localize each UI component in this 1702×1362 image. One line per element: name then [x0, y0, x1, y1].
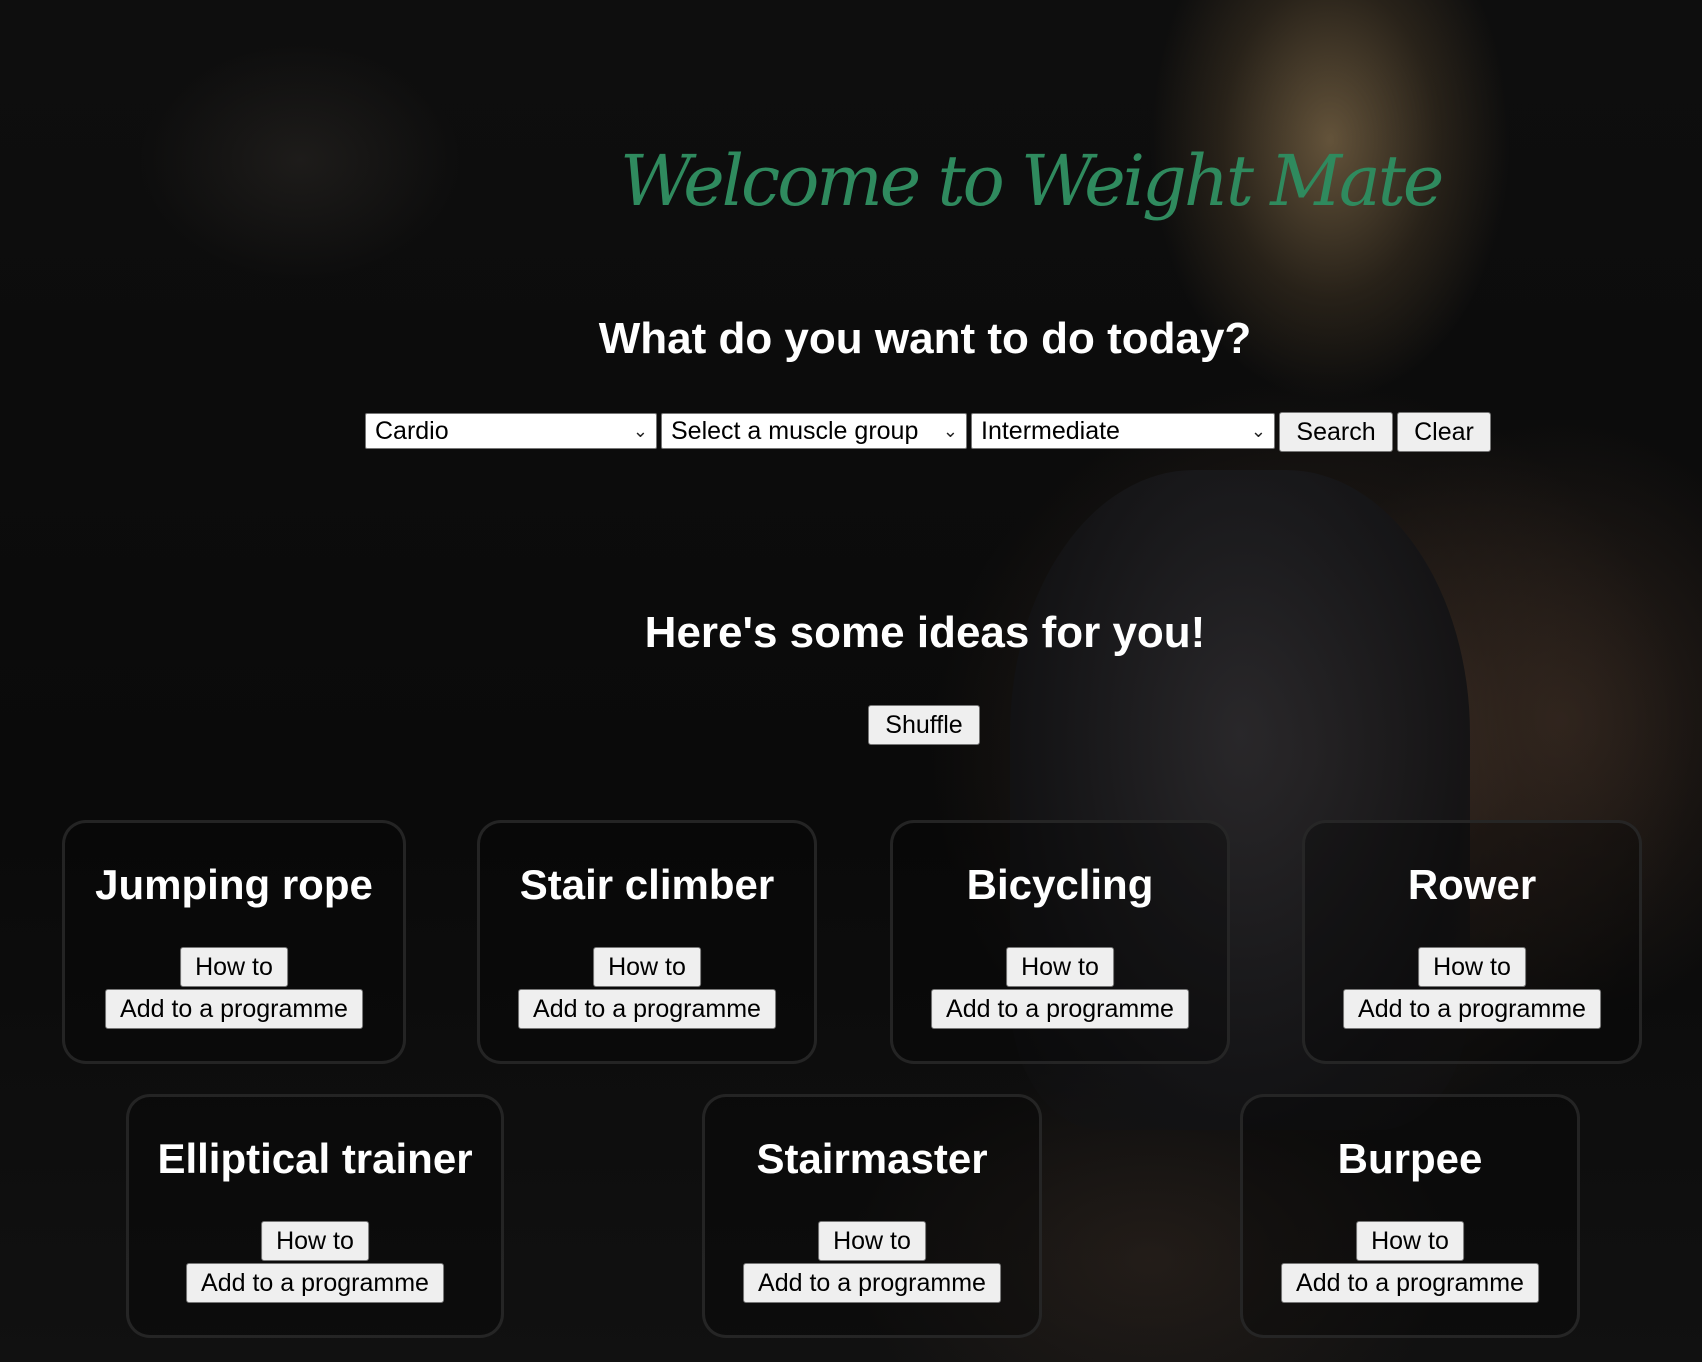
how-to-button[interactable]: How to: [261, 1221, 369, 1261]
exercise-title: Jumping rope: [95, 861, 373, 908]
chevron-down-icon: ⌄: [942, 420, 958, 441]
exercise-title: Elliptical trainer: [157, 1135, 473, 1182]
how-to-button[interactable]: How to: [818, 1221, 926, 1261]
search-question: What do you want to do today?: [598, 314, 1252, 363]
add-to-programme-button[interactable]: Add to a programme: [105, 989, 363, 1029]
muscle-group-select-value: Select a muscle group: [671, 416, 919, 445]
how-to-button[interactable]: How to: [1006, 947, 1114, 987]
how-to-button[interactable]: How to: [1356, 1221, 1464, 1261]
add-to-programme-button[interactable]: Add to a programme: [931, 989, 1189, 1029]
exercise-card: Bicycling How to Add to a programme: [890, 820, 1230, 1064]
add-to-programme-button[interactable]: Add to a programme: [1281, 1263, 1539, 1303]
muscle-group-select[interactable]: Select a muscle group ⌄: [661, 413, 967, 449]
shuffle-button[interactable]: Shuffle: [868, 705, 980, 745]
add-to-programme-button[interactable]: Add to a programme: [186, 1263, 444, 1303]
search-button[interactable]: Search: [1279, 412, 1393, 452]
chevron-down-icon: ⌄: [632, 420, 648, 441]
clear-button[interactable]: Clear: [1397, 412, 1491, 452]
add-to-programme-button[interactable]: Add to a programme: [518, 989, 776, 1029]
exercise-title: Stair climber: [519, 861, 775, 908]
exercise-title: Burpee: [1337, 1135, 1483, 1182]
search-bar: Cardio ⌄ Select a muscle group ⌄ Interme…: [365, 412, 1491, 452]
ideas-heading: Here's some ideas for you!: [644, 608, 1206, 657]
site-logo: Welcome to Weight Mate: [620, 140, 1444, 222]
exercise-card: Stair climber How to Add to a programme: [477, 820, 817, 1064]
exercise-title: Stairmaster: [756, 1135, 988, 1182]
exercise-card: Elliptical trainer How to Add to a progr…: [126, 1094, 504, 1338]
category-select[interactable]: Cardio ⌄: [365, 413, 657, 449]
category-select-value: Cardio: [375, 416, 449, 445]
exercise-card: Jumping rope How to Add to a programme: [62, 820, 406, 1064]
add-to-programme-button[interactable]: Add to a programme: [1343, 989, 1601, 1029]
add-to-programme-button[interactable]: Add to a programme: [743, 1263, 1001, 1303]
how-to-button[interactable]: How to: [593, 947, 701, 987]
exercise-card: Rower How to Add to a programme: [1302, 820, 1642, 1064]
level-select[interactable]: Intermediate ⌄: [971, 413, 1275, 449]
exercise-title: Bicycling: [966, 861, 1154, 908]
exercise-card: Stairmaster How to Add to a programme: [702, 1094, 1042, 1338]
chevron-down-icon: ⌄: [1250, 420, 1266, 441]
exercise-card: Burpee How to Add to a programme: [1240, 1094, 1580, 1338]
how-to-button[interactable]: How to: [180, 947, 288, 987]
level-select-value: Intermediate: [981, 416, 1120, 445]
page: Welcome to Weight Mate What do you want …: [0, 0, 1702, 1362]
how-to-button[interactable]: How to: [1418, 947, 1526, 987]
exercise-title: Rower: [1407, 861, 1537, 908]
